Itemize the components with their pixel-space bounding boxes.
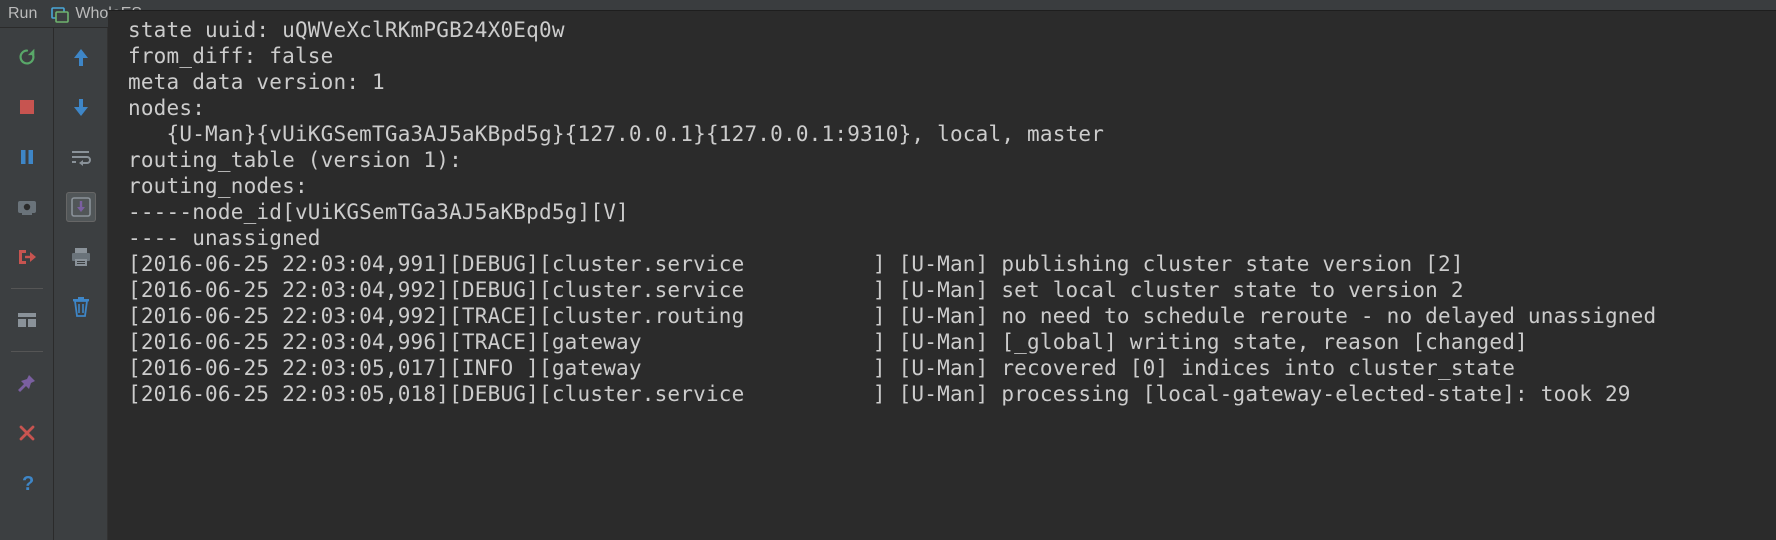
pin-icon (17, 373, 37, 393)
console-line: [2016-06-25 22:03:05,018][DEBUG][cluster… (128, 381, 1776, 407)
dump-threads-button[interactable] (12, 192, 42, 222)
run-config-icon (51, 5, 69, 23)
layout-button[interactable] (12, 305, 42, 335)
console-line: [2016-06-25 22:03:04,992][TRACE][cluster… (128, 303, 1776, 329)
clear-all-button[interactable] (66, 292, 96, 322)
console-line: [2016-06-25 22:03:04,996][TRACE][gateway… (128, 329, 1776, 355)
scroll-to-end-icon (70, 196, 92, 218)
stop-button[interactable] (12, 92, 42, 122)
console-toolbar (54, 28, 108, 540)
stop-icon (17, 97, 37, 117)
console-line: {U-Man}{vUiKGSemTGa3AJ5aKBpd5g}{127.0.0.… (128, 121, 1776, 147)
console-line: [2016-06-25 22:03:04,992][DEBUG][cluster… (128, 277, 1776, 303)
console-output[interactable]: state uuid: uQWVeXclRKmPGB24X0Eq0wfrom_d… (108, 10, 1776, 540)
console-line: [2016-06-25 22:03:05,017][INFO ][gateway… (128, 355, 1776, 381)
left-toolbar: ? (0, 28, 54, 540)
rerun-icon (16, 46, 38, 68)
up-icon (71, 46, 91, 68)
pin-button[interactable] (12, 368, 42, 398)
console-line: -----node_id[vUiKGSemTGa3AJ5aKBpd5g][V] (128, 199, 1776, 225)
tool-window-title: Run (8, 5, 37, 23)
exit-button[interactable] (12, 242, 42, 272)
console-line: from_diff: false (128, 43, 1776, 69)
pause-icon (17, 147, 37, 167)
console-line: state uuid: uQWVeXclRKmPGB24X0Eq0w (128, 17, 1776, 43)
help-button[interactable]: ? (12, 468, 42, 498)
console-line: [2016-06-25 22:03:04,991][DEBUG][cluster… (128, 251, 1776, 277)
console-line: routing_nodes: (128, 173, 1776, 199)
scroll-to-end-button[interactable] (66, 192, 96, 222)
console-line: meta data version: 1 (128, 69, 1776, 95)
down-button[interactable] (66, 92, 96, 122)
soft-wrap-icon (69, 147, 93, 167)
close-icon (17, 423, 37, 443)
dump-threads-icon (16, 197, 38, 217)
close-button[interactable] (12, 418, 42, 448)
up-button[interactable] (66, 42, 96, 72)
console-line: ---- unassigned (128, 225, 1776, 251)
soft-wrap-button[interactable] (66, 142, 96, 172)
help-icon: ? (17, 472, 37, 494)
print-button[interactable] (66, 242, 96, 272)
print-icon (70, 246, 92, 268)
svg-text:?: ? (22, 473, 34, 494)
down-icon (71, 96, 91, 118)
clear-all-icon (70, 296, 92, 318)
pause-button[interactable] (12, 142, 42, 172)
layout-icon (16, 310, 38, 330)
console-line: routing_table (version 1): (128, 147, 1776, 173)
rerun-button[interactable] (12, 42, 42, 72)
exit-icon (16, 247, 38, 267)
console-line: nodes: (128, 95, 1776, 121)
